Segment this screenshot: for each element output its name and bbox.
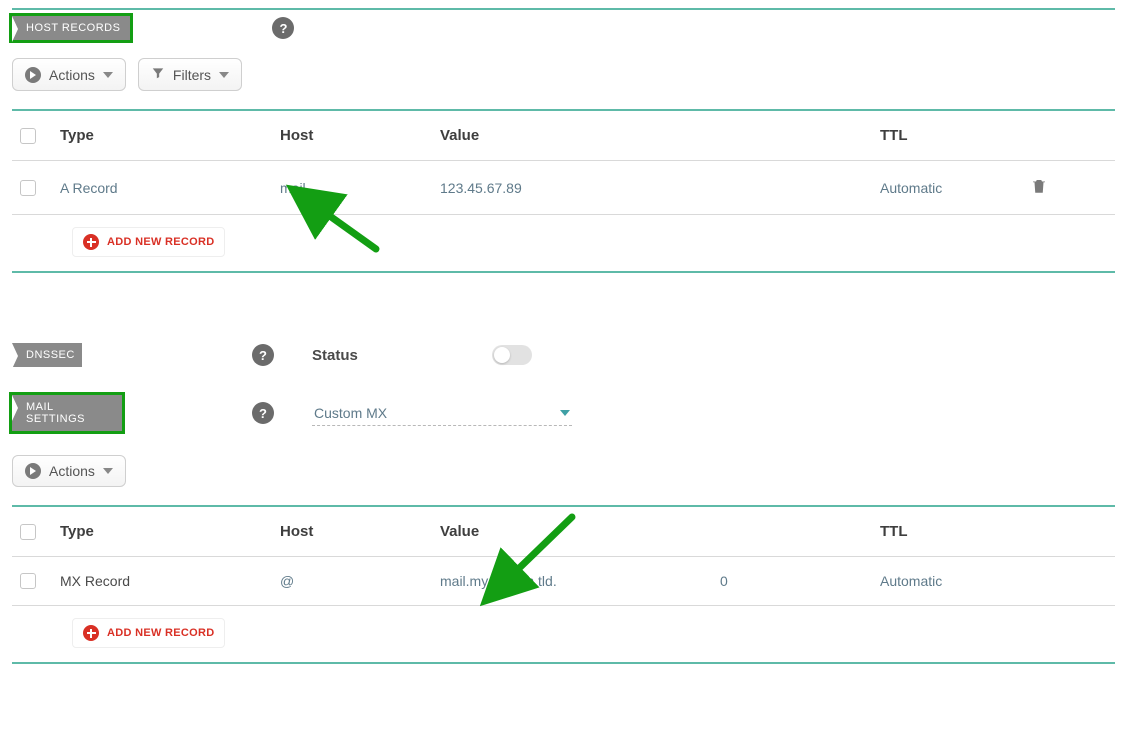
cell-priority[interactable]: 0 bbox=[720, 573, 880, 589]
cell-host[interactable]: @ bbox=[280, 573, 440, 589]
add-row-container: ADD NEW RECORD bbox=[12, 215, 1115, 271]
dnssec-tab-label: DNSSEC bbox=[26, 349, 75, 361]
add-row-container: ADD NEW RECORD bbox=[12, 606, 1115, 662]
mail-settings-tab-label: MAIL SETTINGS bbox=[26, 401, 112, 425]
mail-settings-controls: Actions bbox=[12, 455, 1115, 487]
mail-settings-select[interactable]: Custom MX bbox=[312, 401, 572, 426]
select-all-checkbox[interactable] bbox=[20, 524, 36, 540]
chevron-down-icon bbox=[560, 410, 570, 416]
col-value: Value bbox=[440, 523, 720, 540]
table-bottom-divider bbox=[12, 271, 1115, 273]
actions-button-label: Actions bbox=[49, 67, 95, 83]
cell-host[interactable]: mail bbox=[280, 180, 440, 196]
col-ttl: TTL bbox=[880, 523, 1030, 540]
help-icon[interactable]: ? bbox=[272, 17, 294, 39]
cell-ttl[interactable]: Automatic bbox=[880, 573, 1030, 589]
mail-settings-row: MAIL SETTINGS ? Custom MX bbox=[12, 395, 1115, 431]
host-records-tab[interactable]: HOST RECORDS bbox=[12, 16, 130, 40]
table-row: MX Record @ mail.mydomain.tld. 0 Automat… bbox=[12, 557, 1115, 605]
actions-button[interactable]: Actions bbox=[12, 455, 126, 487]
actions-button[interactable]: Actions bbox=[12, 58, 126, 91]
col-host: Host bbox=[280, 523, 440, 540]
col-host: Host bbox=[280, 127, 440, 144]
play-icon bbox=[25, 463, 41, 479]
play-icon bbox=[25, 67, 41, 83]
chevron-down-icon bbox=[103, 72, 113, 78]
mail-records-thead: Type Host Value TTL bbox=[12, 507, 1115, 556]
row-checkbox[interactable] bbox=[20, 180, 36, 196]
help-icon[interactable]: ? bbox=[252, 344, 274, 366]
add-new-record-label: ADD NEW RECORD bbox=[107, 236, 214, 248]
chevron-down-icon bbox=[103, 468, 113, 474]
table-row: A Record mail 123.45.67.89 Automatic bbox=[12, 161, 1115, 214]
host-records-table: Type Host Value TTL A Record mail 123.45… bbox=[12, 109, 1115, 273]
cell-type[interactable]: A Record bbox=[60, 180, 280, 196]
add-new-record-button[interactable]: ADD NEW RECORD bbox=[72, 227, 225, 257]
section-top-divider bbox=[12, 8, 1115, 10]
dnssec-row: DNSSEC ? Status bbox=[12, 343, 1115, 367]
col-value: Value bbox=[440, 127, 880, 144]
host-records-header-row: HOST RECORDS ? bbox=[12, 16, 1115, 40]
cell-type[interactable]: MX Record bbox=[60, 573, 280, 589]
filters-button[interactable]: Filters bbox=[138, 58, 242, 91]
mail-records-table: Type Host Value TTL MX Record @ mail.myd… bbox=[12, 505, 1115, 664]
table-bottom-divider bbox=[12, 662, 1115, 664]
funnel-icon bbox=[151, 66, 165, 83]
plus-icon bbox=[83, 234, 99, 250]
col-type: Type bbox=[60, 127, 280, 144]
actions-button-label: Actions bbox=[49, 463, 95, 479]
mail-settings-tab[interactable]: MAIL SETTINGS bbox=[12, 395, 122, 431]
cell-value[interactable]: 123.45.67.89 bbox=[440, 180, 880, 196]
cell-value[interactable]: mail.mydomain.tld. bbox=[440, 573, 720, 589]
delete-row-button[interactable] bbox=[1030, 177, 1090, 198]
chevron-right-icon bbox=[12, 16, 18, 42]
chevron-down-icon bbox=[219, 72, 229, 78]
host-records-controls: Actions Filters bbox=[12, 58, 1115, 91]
plus-icon bbox=[83, 625, 99, 641]
row-checkbox[interactable] bbox=[20, 573, 36, 589]
dnssec-status-label: Status bbox=[312, 347, 492, 364]
host-records-tab-label: HOST RECORDS bbox=[26, 22, 120, 34]
chevron-right-icon bbox=[12, 343, 18, 369]
col-ttl: TTL bbox=[880, 127, 1030, 144]
cell-ttl[interactable]: Automatic bbox=[880, 180, 1030, 196]
add-new-record-label: ADD NEW RECORD bbox=[107, 627, 214, 639]
mail-settings-select-value: Custom MX bbox=[314, 405, 387, 421]
help-icon[interactable]: ? bbox=[252, 402, 274, 424]
select-all-checkbox[interactable] bbox=[20, 128, 36, 144]
dnssec-toggle[interactable] bbox=[492, 345, 532, 365]
dnssec-tab[interactable]: DNSSEC bbox=[12, 343, 82, 367]
filters-button-label: Filters bbox=[173, 67, 211, 83]
host-records-thead: Type Host Value TTL bbox=[12, 111, 1115, 160]
chevron-right-icon bbox=[12, 395, 18, 421]
add-new-record-button[interactable]: ADD NEW RECORD bbox=[72, 618, 225, 648]
col-type: Type bbox=[60, 523, 280, 540]
